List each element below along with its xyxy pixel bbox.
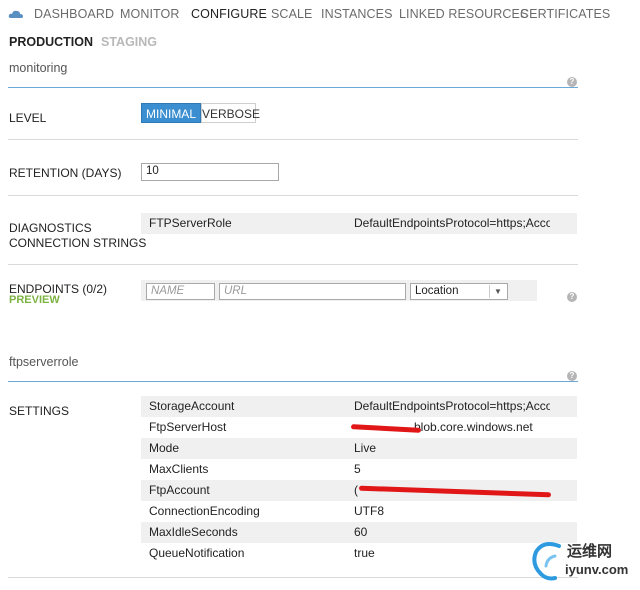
- endpoint-url-input[interactable]: URL: [219, 283, 406, 300]
- section-divider: [8, 381, 578, 382]
- section-divider: [8, 87, 578, 88]
- setting-value[interactable]: UTF8: [354, 501, 550, 522]
- nav-configure[interactable]: CONFIGURE: [191, 7, 267, 21]
- settings-row[interactable]: MaxIdleSeconds 60: [141, 522, 577, 543]
- settings-row[interactable]: Mode Live: [141, 438, 577, 459]
- role-section-title: ftpserverrole: [9, 355, 79, 369]
- watermark-swirl-icon: [532, 542, 561, 581]
- help-icon[interactable]: ?: [567, 371, 577, 381]
- setting-value[interactable]: true: [354, 543, 550, 564]
- settings-label: SETTINGS: [9, 404, 70, 418]
- setting-value[interactable]: 60: [354, 522, 550, 543]
- settings-row[interactable]: FtpAccount (: [141, 480, 577, 501]
- diagnostics-role-name: FTPServerRole: [149, 216, 232, 230]
- setting-key: Mode: [149, 441, 180, 455]
- watermark-title: 运维网: [567, 542, 613, 560]
- row-divider: [8, 195, 578, 196]
- setting-key: MaxIdleSeconds: [149, 525, 238, 539]
- redaction-mark: [350, 424, 422, 433]
- nav-linked-resources[interactable]: LINKED RESOURCES: [399, 7, 528, 21]
- diagnostics-label-line1: DIAGNOSTICS: [9, 221, 92, 235]
- chevron-down-icon: ▼: [489, 285, 506, 298]
- row-divider: [8, 139, 578, 140]
- row-divider: [8, 264, 578, 265]
- location-select[interactable]: Location ▼: [410, 283, 508, 300]
- env-staging-tab[interactable]: STAGING: [101, 35, 157, 49]
- setting-value[interactable]: blob.core.windows.net: [414, 417, 610, 438]
- nav-monitor[interactable]: MONITOR: [120, 7, 180, 21]
- watermark-logo: 运维网 iyunv.com: [529, 538, 634, 582]
- settings-row[interactable]: FtpServerHost blob.core.windows.net: [141, 417, 577, 438]
- retention-days-input[interactable]: 10: [141, 163, 279, 181]
- settings-row[interactable]: MaxClients 5: [141, 459, 577, 480]
- retention-label: RETENTION (DAYS): [9, 166, 122, 180]
- setting-key: FtpAccount: [149, 483, 210, 497]
- diagnostics-label-line2: CONNECTION STRINGS: [9, 236, 147, 250]
- watermark-domain: iyunv.com: [565, 562, 629, 577]
- settings-row[interactable]: QueueNotification true: [141, 543, 577, 564]
- nav-instances[interactable]: INSTANCES: [321, 7, 393, 21]
- setting-value[interactable]: Live: [354, 438, 550, 459]
- setting-key: MaxClients: [149, 462, 209, 476]
- location-select-value: Location: [415, 285, 459, 297]
- row-divider: [8, 577, 578, 578]
- env-production-tab[interactable]: PRODUCTION: [9, 35, 93, 49]
- setting-key: FtpServerHost: [149, 420, 227, 434]
- settings-row[interactable]: StorageAccount DefaultEndpointsProtocol=…: [141, 396, 577, 417]
- level-verbose-button[interactable]: VERBOSE: [201, 103, 260, 123]
- monitoring-section-title: monitoring: [9, 61, 68, 75]
- level-minimal-button[interactable]: MINIMAL: [141, 103, 201, 123]
- setting-value[interactable]: DefaultEndpointsProtocol=https;Acco: [354, 396, 550, 417]
- level-label: LEVEL: [9, 111, 47, 125]
- endpoint-name-input[interactable]: NAME: [146, 283, 215, 300]
- nav-scale[interactable]: SCALE: [271, 7, 313, 21]
- setting-key: StorageAccount: [149, 399, 235, 413]
- diagnostics-connection-value[interactable]: DefaultEndpointsProtocol=https;Acco: [354, 213, 550, 234]
- diagnostics-connection-row[interactable]: FTPServerRole DefaultEndpointsProtocol=h…: [141, 213, 577, 234]
- setting-key: QueueNotification: [149, 546, 245, 560]
- nav-dashboard[interactable]: DASHBOARD: [34, 7, 114, 21]
- setting-key: ConnectionEncoding: [149, 504, 260, 518]
- nav-certificates[interactable]: CERTIFICATES: [520, 7, 610, 21]
- help-icon[interactable]: ?: [567, 77, 577, 87]
- preview-badge: PREVIEW: [9, 294, 60, 306]
- setting-value[interactable]: 5: [354, 459, 550, 480]
- azure-cloud-icon: [8, 10, 23, 18]
- help-icon[interactable]: ?: [567, 292, 577, 302]
- settings-row[interactable]: ConnectionEncoding UTF8: [141, 501, 577, 522]
